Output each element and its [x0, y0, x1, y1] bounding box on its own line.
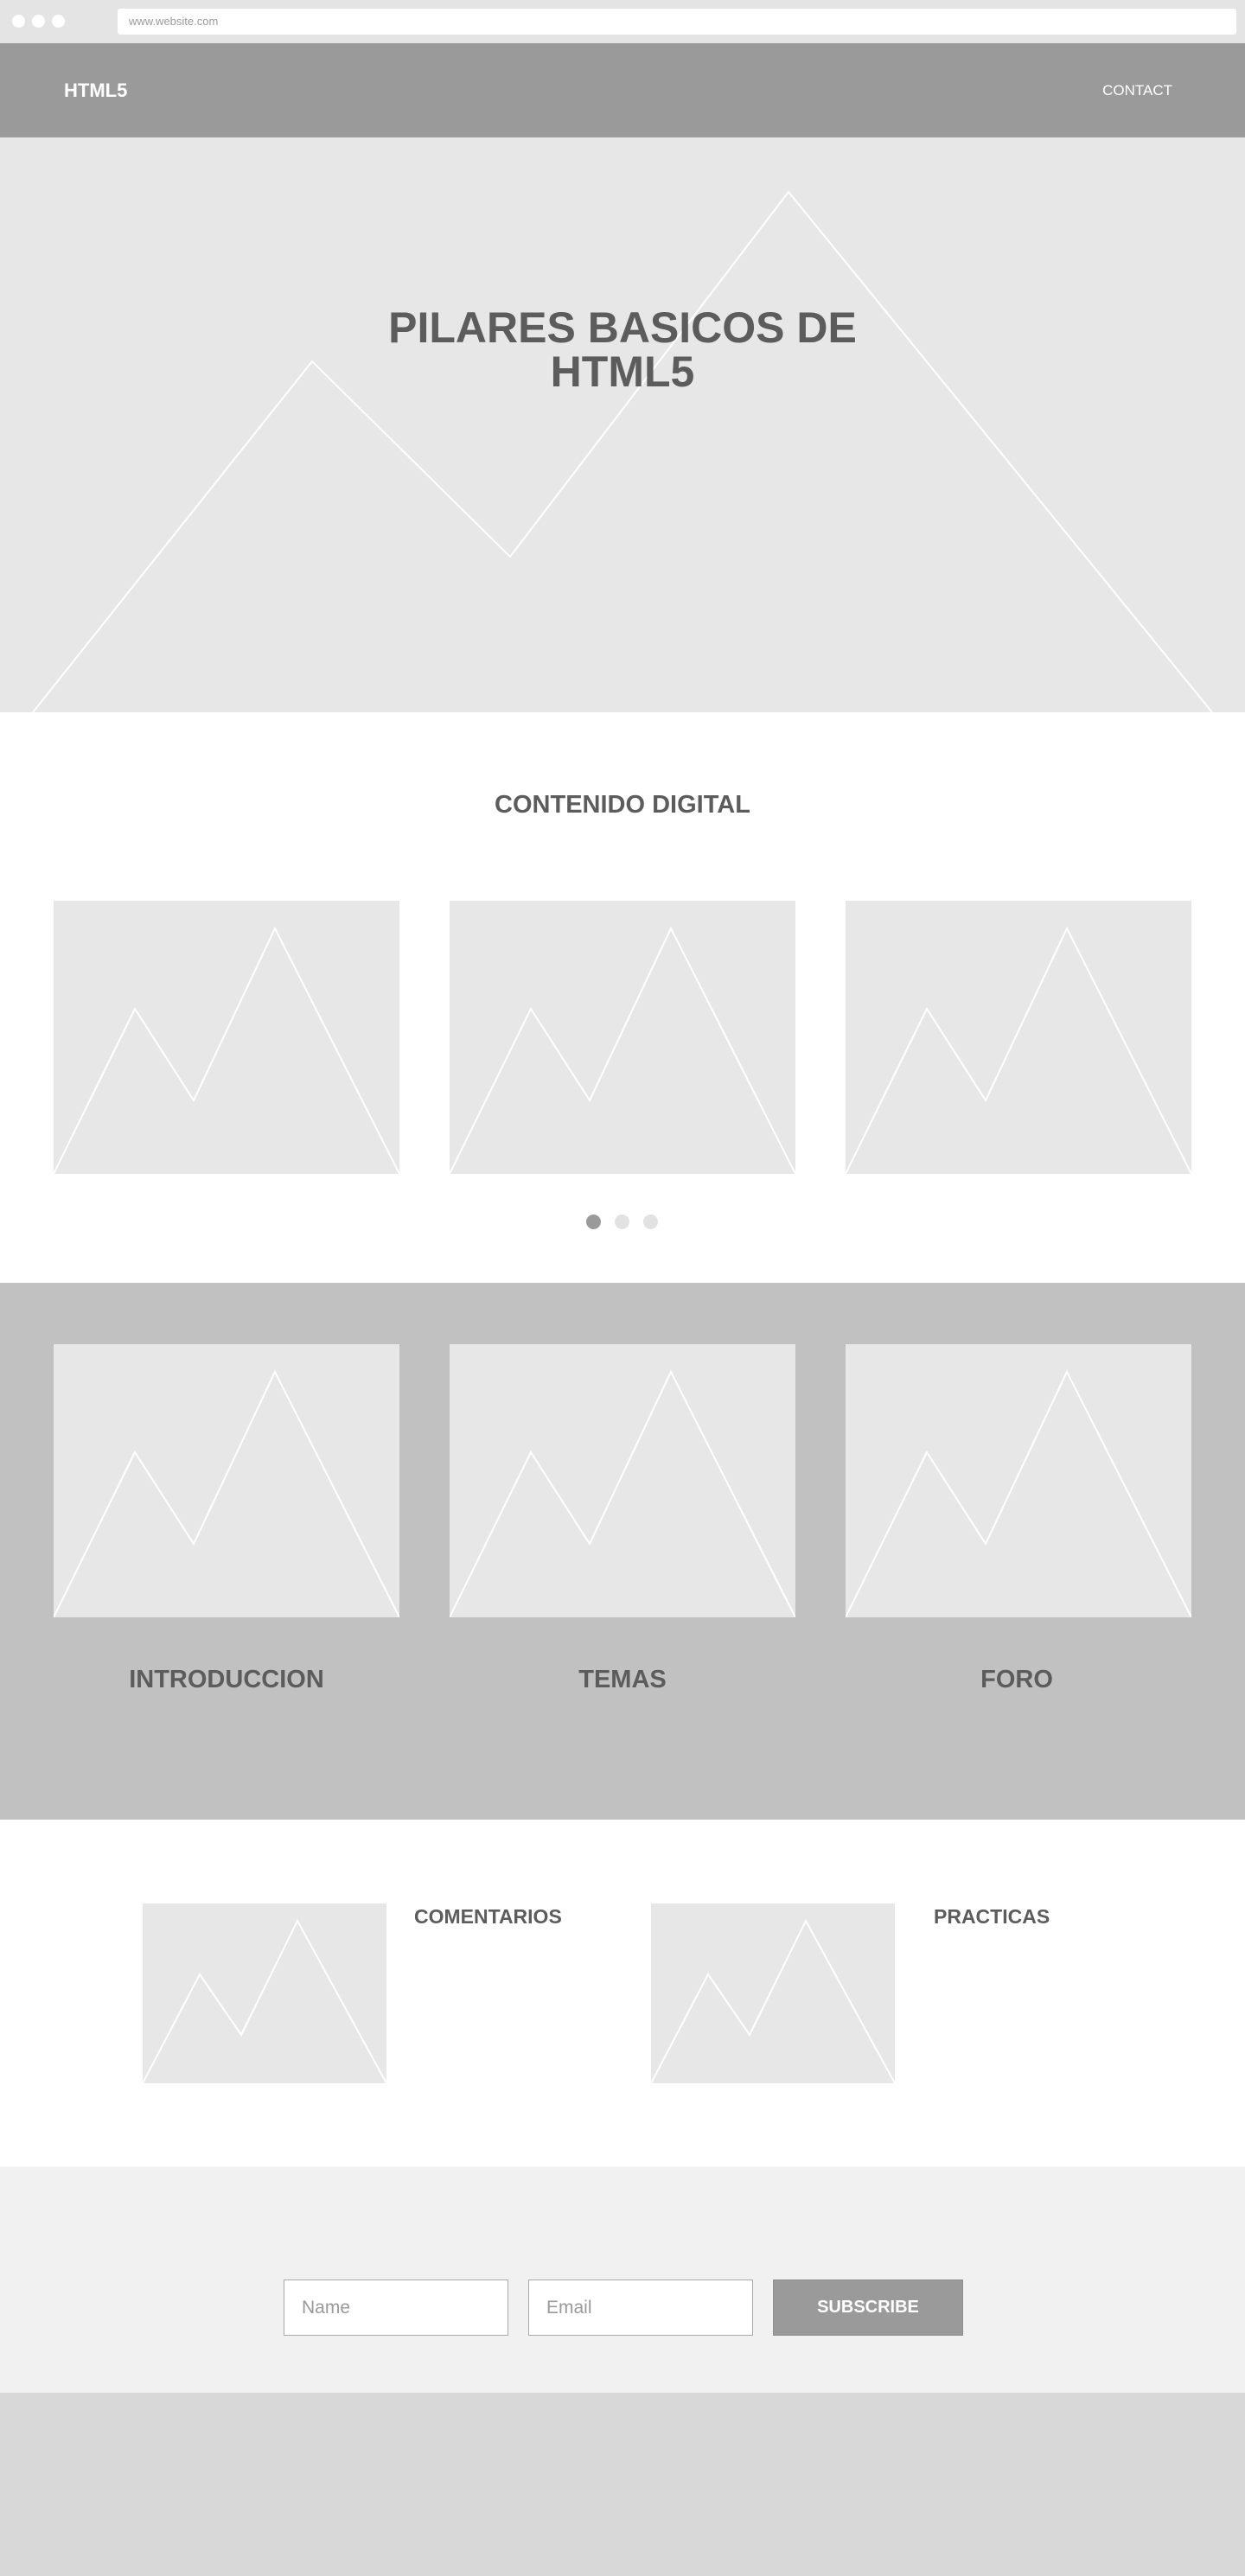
carousel-dot-2[interactable] — [615, 1215, 629, 1229]
hero-title: PILARES BASICOS DE HTML5 — [388, 303, 857, 396]
mountain-placeholder-icon — [846, 926, 1191, 1174]
site-header: HTML5 CONTACT — [0, 43, 1245, 137]
browser-chrome: www.website.com — [0, 0, 1245, 43]
carousel-image-1[interactable] — [54, 901, 399, 1174]
mountain-placeholder-icon — [54, 926, 399, 1174]
carousel-image-3[interactable] — [846, 901, 1191, 1174]
mountain-placeholder-icon — [143, 1918, 386, 2083]
feature-label-temas[interactable]: TEMAS — [450, 1666, 795, 1694]
feature-band: INTRODUCCION TEMAS FORO — [0, 1283, 1245, 1820]
mountain-placeholder-icon — [450, 926, 795, 1174]
carousel-dot-1[interactable] — [586, 1215, 601, 1229]
section-title-contenido-digital: CONTENIDO DIGITAL — [495, 791, 750, 819]
address-bar[interactable]: www.website.com — [118, 9, 1236, 35]
hero-banner: PILARES BASICOS DE HTML5 — [0, 137, 1245, 712]
hero-mountain-placeholder-icon — [32, 190, 1213, 712]
mountain-placeholder-icon — [651, 1918, 895, 2083]
media-label-practicas[interactable]: PRACTICAS — [934, 1905, 1050, 1929]
site-logo[interactable]: HTML5 — [64, 43, 127, 137]
feature-image-introduccion[interactable] — [54, 1344, 399, 1617]
carousel-dot-3[interactable] — [643, 1215, 658, 1229]
feature-label-introduccion[interactable]: INTRODUCCION — [54, 1666, 399, 1694]
mountain-placeholder-icon — [54, 1369, 399, 1617]
mountain-placeholder-icon — [846, 1369, 1191, 1617]
media-image-comentarios[interactable] — [143, 1903, 386, 2083]
media-image-practicas[interactable] — [651, 1903, 895, 2083]
name-input[interactable] — [284, 2280, 508, 2336]
window-close-dot[interactable] — [12, 15, 25, 28]
window-minimize-dot[interactable] — [32, 15, 45, 28]
feature-label-foro[interactable]: FORO — [844, 1666, 1190, 1694]
mountain-placeholder-icon — [450, 1369, 795, 1617]
subscribe-section: SUBSCRIBE — [0, 2167, 1245, 2393]
carousel-image-2[interactable] — [450, 901, 795, 1174]
email-input[interactable] — [528, 2280, 753, 2336]
site-footer — [0, 2393, 1245, 2576]
nav-contact-link[interactable]: CONTACT — [1102, 43, 1172, 137]
media-label-comentarios[interactable]: COMENTARIOS — [414, 1905, 562, 1929]
window-maximize-dot[interactable] — [52, 15, 65, 28]
feature-image-temas[interactable] — [450, 1344, 795, 1617]
feature-image-foro[interactable] — [846, 1344, 1191, 1617]
subscribe-button[interactable]: SUBSCRIBE — [773, 2280, 963, 2336]
